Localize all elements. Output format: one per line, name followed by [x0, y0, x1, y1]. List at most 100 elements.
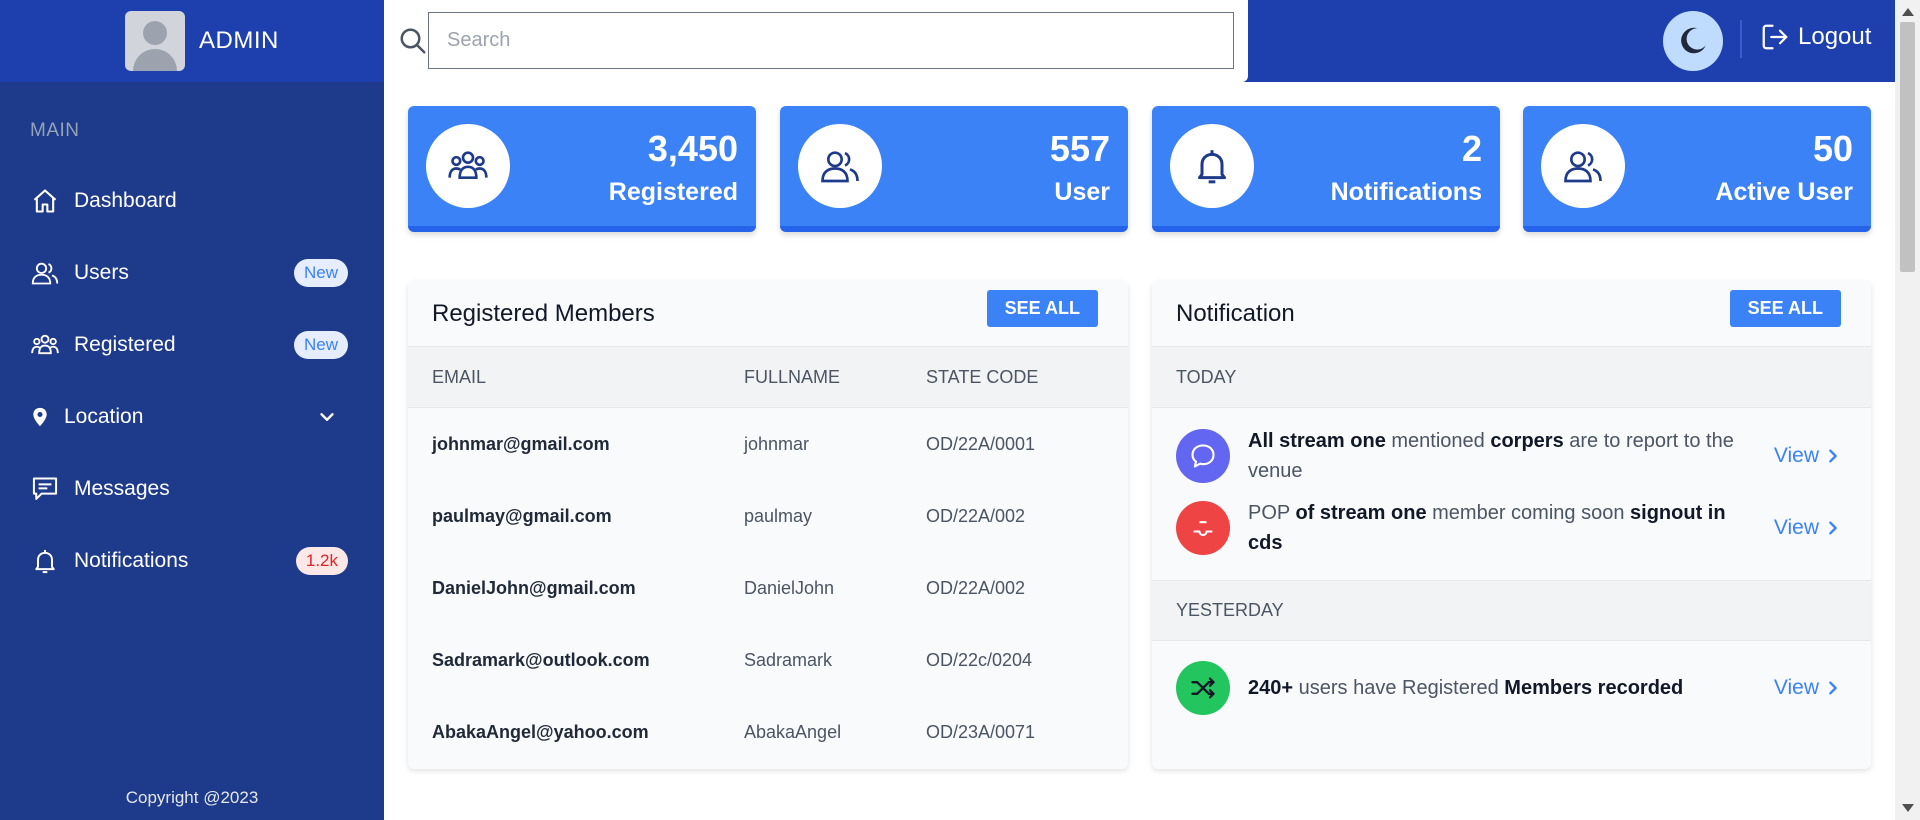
- notification-item[interactable]: 240+ users have Registered Members recor…: [1152, 641, 1871, 735]
- table-header: EMAIL FULLNAME STATE CODE: [408, 347, 1128, 408]
- sidebar-item-label: Location: [64, 405, 144, 428]
- member-state-code: OD/22A/002: [926, 505, 1026, 526]
- member-fullname: johnmar: [744, 433, 810, 454]
- column-header[interactable]: FULLNAME: [744, 367, 926, 388]
- stat-label: Active User: [1715, 178, 1853, 206]
- sidebar-item-users[interactable]: Users New: [0, 237, 384, 309]
- view-link[interactable]: View: [1774, 444, 1841, 468]
- member-email: DanielJohn@gmail.com: [432, 577, 636, 598]
- section-yesterday: YESTERDAY: [1152, 580, 1871, 641]
- new-badge: New: [293, 331, 348, 359]
- stat-label: Registered: [608, 178, 738, 206]
- see-all-button[interactable]: SEE ALL: [986, 290, 1098, 327]
- table-row[interactable]: Sadramark@outlook.com Sadramark OD/22c/0…: [408, 624, 1128, 696]
- logout-button[interactable]: Logout: [1760, 22, 1871, 52]
- logout-icon: [1762, 24, 1788, 50]
- users-icon: [30, 258, 60, 288]
- sidebar: ADMIN MAIN Dashboard Users New Registere…: [0, 0, 384, 820]
- stat-label: Notifications: [1330, 178, 1482, 206]
- sidebar-item-label: Registered: [74, 333, 176, 356]
- stat-value: 2: [1461, 128, 1482, 169]
- table-row[interactable]: johnmar@gmail.com johnmar OD/22A/0001: [408, 408, 1128, 480]
- copyright: Copyright @2023: [125, 788, 259, 807]
- column-header[interactable]: STATE CODE: [926, 367, 1126, 388]
- table-row[interactable]: DanielJohn@gmail.com DanielJohn OD/22A/0…: [408, 552, 1128, 624]
- section-today: TODAY: [1152, 347, 1871, 408]
- table-row[interactable]: paulmay@gmail.com paulmay OD/22A/002: [408, 480, 1128, 552]
- chevron-right-icon: [1829, 449, 1837, 463]
- panel-header: Notification SEE ALL: [1152, 281, 1871, 347]
- logout-label: Logout: [1798, 23, 1872, 50]
- home-icon: [30, 186, 60, 216]
- stat-icon-circle: [1541, 124, 1625, 208]
- stat-icon-circle: [1170, 124, 1254, 208]
- stat-value: 557: [1049, 128, 1110, 169]
- search-icon[interactable]: [398, 26, 428, 56]
- avatar[interactable]: [125, 11, 185, 71]
- sidebar-item-label: Messages: [74, 477, 170, 500]
- search-bar: [384, 0, 1248, 82]
- member-email: paulmay@gmail.com: [432, 505, 612, 526]
- chevron-right-icon: [1829, 521, 1837, 535]
- notification-item[interactable]: POP of stream one member coming soon sig…: [1152, 490, 1871, 566]
- notification-text: POP of stream one member coming soon sig…: [1248, 502, 1726, 554]
- theme-toggle-button[interactable]: [1663, 11, 1723, 71]
- sidebar-item-label: Users: [74, 261, 129, 284]
- stat-label: User: [1054, 178, 1110, 206]
- notification-panel: Notification SEE ALL TODAY All stream on…: [1152, 281, 1871, 769]
- scroll-down-arrow[interactable]: [1902, 804, 1914, 812]
- sidebar-item-dashboard[interactable]: Dashboard: [0, 165, 384, 237]
- stat-card-registered[interactable]: 3,450 Registered: [408, 106, 756, 232]
- sidebar-item-notifications[interactable]: Notifications 1.2k: [0, 525, 384, 597]
- chevron-down-icon[interactable]: [316, 406, 338, 428]
- see-all-button[interactable]: SEE ALL: [1729, 290, 1841, 327]
- bell-icon: [30, 546, 60, 576]
- section-label: MAIN: [30, 120, 80, 141]
- sidebar-item-label: Notifications: [74, 549, 189, 572]
- scrollbar-thumb[interactable]: [1900, 22, 1915, 272]
- page-scrollbar[interactable]: [1895, 0, 1920, 820]
- sidebar-item-registered[interactable]: Registered New: [0, 309, 384, 381]
- member-fullname: DanielJohn: [744, 577, 835, 598]
- users-group-icon: [30, 330, 60, 360]
- search-input[interactable]: [428, 12, 1234, 69]
- member-email: Sadramark@outlook.com: [432, 649, 650, 670]
- view-link[interactable]: View: [1774, 516, 1841, 540]
- bell-icon: [1198, 150, 1226, 184]
- users-group-icon: [448, 151, 488, 179]
- stat-icon-circle: [426, 124, 510, 208]
- member-email: AbakaAngel@yahoo.com: [432, 721, 649, 742]
- sidebar-item-messages[interactable]: Messages: [0, 453, 384, 525]
- table-row[interactable]: AbakaAngel@yahoo.com AbakaAngel OD/23A/0…: [408, 696, 1128, 768]
- member-fullname: Sadramark: [744, 649, 833, 670]
- sidebar-item-location[interactable]: Location: [0, 381, 384, 453]
- moon-icon: [1681, 27, 1706, 54]
- stat-card-active-user[interactable]: 50 Active User: [1523, 106, 1871, 232]
- member-fullname: AbakaAngel: [744, 721, 842, 742]
- scroll-up-arrow[interactable]: [1902, 8, 1914, 16]
- chevron-right-icon: [1829, 681, 1837, 695]
- stat-value: 50: [1812, 128, 1853, 169]
- member-state-code: OD/22A/002: [926, 577, 1026, 598]
- stat-icon-circle: [798, 124, 882, 208]
- sidebar-item-label: Dashboard: [74, 189, 177, 212]
- count-badge: 1.2k: [295, 547, 348, 575]
- member-state-code: OD/22c/0204: [926, 649, 1033, 670]
- panel-title: Notification: [1176, 299, 1295, 327]
- brand-name: ADMIN: [199, 27, 279, 54]
- notification-text: All stream one mentioned corpers are to …: [1248, 430, 1734, 482]
- member-state-code: OD/23A/0071: [926, 721, 1036, 742]
- column-header[interactable]: EMAIL: [408, 367, 744, 388]
- new-badge: New: [293, 259, 348, 287]
- stat-card-user[interactable]: 557 User: [780, 106, 1128, 232]
- panel-header: Registered Members SEE ALL: [408, 281, 1128, 347]
- view-link[interactable]: View: [1774, 676, 1841, 700]
- registered-members-panel: Registered Members SEE ALL EMAIL FULLNAM…: [408, 281, 1128, 769]
- inbox-icon: [1176, 501, 1230, 555]
- stat-card-notifications[interactable]: 2 Notifications: [1152, 106, 1500, 232]
- sidebar-nav: Dashboard Users New Registered New Locat…: [0, 165, 384, 597]
- stat-value: 3,450: [647, 128, 738, 169]
- divider: [1740, 20, 1742, 58]
- map-pin-icon: [30, 402, 50, 432]
- users-icon: [1564, 151, 1602, 183]
